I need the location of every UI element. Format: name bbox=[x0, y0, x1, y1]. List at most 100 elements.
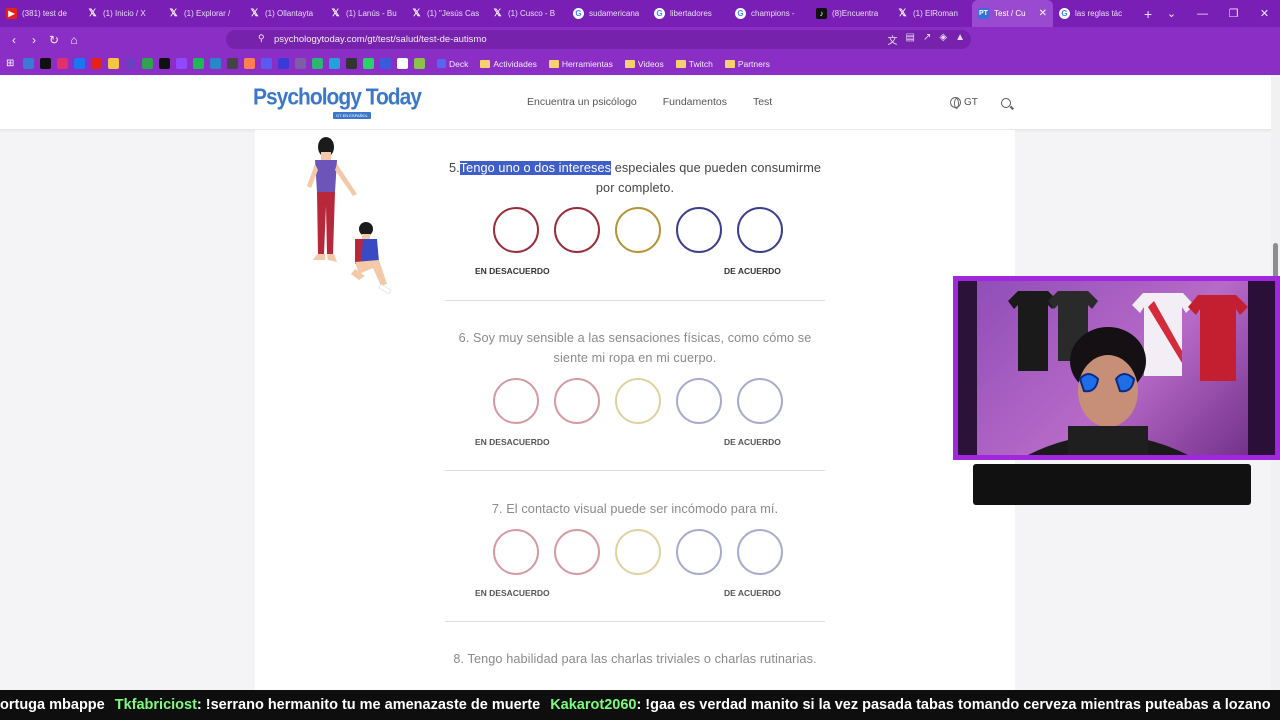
bookmark-favicon-icon[interactable] bbox=[244, 58, 255, 69]
browser-tab[interactable]: 𝕏 (1) ElRoman bbox=[891, 0, 972, 27]
bookmark-favicon-icon[interactable] bbox=[295, 58, 306, 69]
bookmark-favicon-icon[interactable] bbox=[125, 58, 136, 69]
x-icon: 𝕏 bbox=[331, 8, 340, 19]
browser-tab[interactable]: 𝕏 (1) "Jesús Cas bbox=[405, 0, 486, 27]
deck-icon bbox=[437, 59, 446, 68]
scale-right-label: DE ACUERDO bbox=[724, 588, 781, 598]
x-icon[interactable] bbox=[159, 58, 170, 69]
shield-icon[interactable]: ◈ bbox=[939, 32, 947, 47]
test-content: 5.Tengo uno o dos intereses especiales q… bbox=[255, 130, 1015, 690]
youtube-icon[interactable] bbox=[91, 58, 102, 69]
bookmark-folder-videos[interactable]: Videos bbox=[624, 59, 664, 69]
bookmark-favicon-icon[interactable] bbox=[227, 58, 238, 69]
option-disagree[interactable] bbox=[554, 378, 600, 424]
option-strongly-disagree[interactable] bbox=[493, 529, 539, 575]
url-field[interactable]: ⚲ psychologytoday.com/gt/test/salud/test… bbox=[226, 30, 971, 49]
bookmark-favicon-icon[interactable] bbox=[261, 58, 272, 69]
browser-tab[interactable]: 𝕏 (1) Explorar / bbox=[162, 0, 243, 27]
option-strongly-agree[interactable] bbox=[737, 207, 783, 253]
instagram-icon[interactable] bbox=[57, 58, 68, 69]
back-icon[interactable]: ‹ bbox=[4, 27, 24, 52]
webcam-feed bbox=[958, 281, 1275, 455]
apps-grid-icon[interactable]: ⊞ bbox=[6, 58, 17, 69]
chat-ticker: ortuga mbappe Tkfabriciost : !serrano he… bbox=[0, 690, 1280, 720]
site-logo[interactable]: Psychology Today GT EN ESPAÑOL bbox=[253, 85, 422, 119]
option-strongly-agree[interactable] bbox=[737, 529, 783, 575]
option-neutral[interactable] bbox=[615, 529, 661, 575]
bookmark-favicon-icon[interactable] bbox=[142, 58, 153, 69]
bookmark-favicon-icon[interactable] bbox=[23, 58, 34, 69]
facebook-icon[interactable] bbox=[74, 58, 85, 69]
option-neutral[interactable] bbox=[615, 378, 661, 424]
close-window-icon[interactable]: ✕ bbox=[1249, 0, 1280, 27]
bookmark-favicon-icon[interactable] bbox=[346, 58, 357, 69]
option-strongly-disagree[interactable] bbox=[493, 207, 539, 253]
browser-tab[interactable]: Gchampions - bbox=[729, 0, 810, 27]
scrollbar-thumb[interactable] bbox=[1273, 243, 1278, 279]
browser-tab[interactable]: 𝕏 (1) Inicio / X bbox=[81, 0, 162, 27]
bookmark-favicon-icon[interactable] bbox=[312, 58, 323, 69]
bookmark-favicon-icon[interactable] bbox=[210, 58, 221, 69]
bookmark-favicon-icon[interactable] bbox=[329, 58, 340, 69]
browser-tab[interactable]: Glas reglas tác bbox=[1053, 0, 1134, 27]
reload-icon[interactable]: ↻ bbox=[44, 27, 64, 52]
browser-tab-active[interactable]: PT Test / Cu ✕ bbox=[972, 0, 1053, 27]
minimize-icon[interactable]: — bbox=[1187, 0, 1218, 27]
browser-tab[interactable]: ▶ (381) test de bbox=[0, 0, 81, 27]
browser-tab[interactable]: Glibertadores bbox=[648, 0, 729, 27]
home-icon[interactable]: ⌂ bbox=[64, 27, 84, 52]
bookmark-folder-twitch[interactable]: Twitch bbox=[675, 59, 713, 69]
nav-tests[interactable]: Test bbox=[753, 96, 772, 108]
browser-tab[interactable]: 𝕏 (1) Cusco - B bbox=[486, 0, 567, 27]
share-icon[interactable]: ↗ bbox=[923, 32, 931, 47]
close-tab-icon[interactable]: ✕ bbox=[1039, 8, 1047, 19]
option-agree[interactable] bbox=[676, 207, 722, 253]
ticker-message: : !serrano hermanito tu me amenazaste de… bbox=[196, 697, 541, 713]
browser-tab[interactable]: Gsudamericana bbox=[567, 0, 648, 27]
reader-icon[interactable]: ▤ bbox=[906, 32, 915, 47]
nav-find-therapist[interactable]: Encuentra un psicólogo bbox=[527, 96, 637, 108]
twitch-icon[interactable] bbox=[176, 58, 187, 69]
option-disagree[interactable] bbox=[554, 207, 600, 253]
x-icon: 𝕏 bbox=[898, 8, 907, 19]
option-strongly-agree[interactable] bbox=[737, 378, 783, 424]
option-disagree[interactable] bbox=[554, 529, 600, 575]
bookmark-favicon-icon[interactable] bbox=[193, 58, 204, 69]
option-neutral[interactable] bbox=[615, 207, 661, 253]
bookmark-folder-partners[interactable]: Partners bbox=[724, 59, 770, 69]
nav-fundamentals[interactable]: Fundamentos bbox=[663, 96, 727, 108]
folder-icon bbox=[724, 59, 735, 68]
bookmark-favicon-icon[interactable] bbox=[397, 58, 408, 69]
browser-tab[interactable]: 𝕏 (1) Lanús - Bu bbox=[324, 0, 405, 27]
folder-icon bbox=[548, 59, 559, 68]
bookmark-favicon-icon[interactable] bbox=[380, 58, 391, 69]
site-info-icon[interactable]: ⚲ bbox=[258, 33, 265, 44]
tab-list-icon[interactable]: ⌄ bbox=[1156, 0, 1187, 27]
alert-icon[interactable]: ▲ bbox=[955, 32, 965, 47]
maximize-icon[interactable]: ❐ bbox=[1218, 0, 1249, 27]
search-icon[interactable] bbox=[1001, 98, 1011, 108]
forward-icon[interactable]: › bbox=[24, 27, 44, 52]
bookmark-favicon-icon[interactable] bbox=[414, 58, 425, 69]
youtube-icon: ▶ bbox=[6, 8, 17, 19]
browser-tab[interactable]: ♪ (8)Encuentra bbox=[810, 0, 891, 27]
ticker-username: Tkfabriciost bbox=[114, 697, 197, 713]
bookmark-folder-herramientas[interactable]: Herramientas bbox=[548, 59, 613, 69]
scale-left-label: EN DESACUERDO bbox=[475, 588, 550, 598]
option-agree[interactable] bbox=[676, 378, 722, 424]
region-selector[interactable]: GT bbox=[950, 97, 978, 109]
x-icon: 𝕏 bbox=[169, 8, 178, 19]
option-strongly-disagree[interactable] bbox=[493, 378, 539, 424]
option-agree[interactable] bbox=[676, 529, 722, 575]
whatsapp-icon[interactable] bbox=[363, 58, 374, 69]
question-text: 5.Tengo uno o dos intereses especiales q… bbox=[448, 161, 822, 195]
answer-scale: EN DESACUERDO DE ACUERDO bbox=[445, 207, 825, 277]
tiktok-icon[interactable] bbox=[40, 58, 51, 69]
browser-tab[interactable]: 𝕏 (1) Ollantayta bbox=[243, 0, 324, 27]
tiktok-icon: ♪ bbox=[816, 8, 827, 19]
bookmark-favicon-icon[interactable] bbox=[278, 58, 289, 69]
bookmark-favicon-icon[interactable] bbox=[108, 58, 119, 69]
bookmark-folder-actividades[interactable]: Actividades bbox=[480, 59, 537, 69]
bookmark-deck[interactable]: Deck bbox=[437, 59, 468, 69]
translate-icon[interactable]: 文 bbox=[888, 32, 898, 47]
